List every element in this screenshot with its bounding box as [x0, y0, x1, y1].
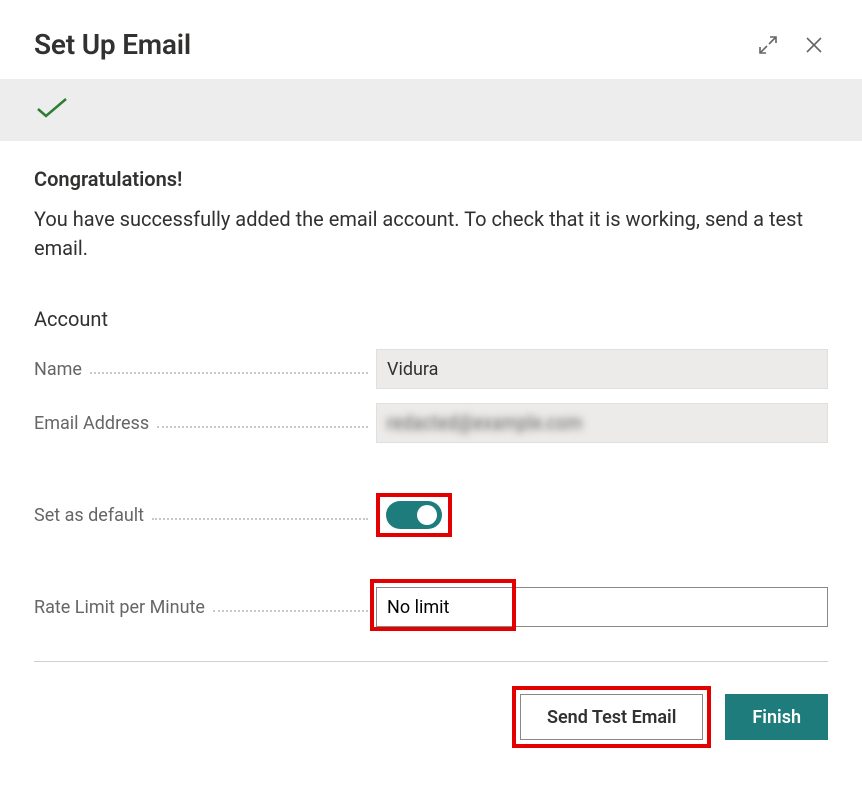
- rate-limit-label-col: Rate Limit per Minute: [34, 597, 376, 618]
- content: Congratulations! You have successfully a…: [0, 141, 862, 627]
- rate-limit-label: Rate Limit per Minute: [34, 597, 205, 618]
- email-label-col: Email Address: [34, 413, 376, 434]
- name-label: Name: [34, 359, 82, 380]
- title-actions: [754, 31, 828, 59]
- congrats-body: You have successfully added the email ac…: [34, 205, 804, 263]
- dots: [90, 372, 368, 374]
- dialog-title: Set Up Email: [34, 28, 191, 61]
- dots: [152, 518, 368, 520]
- row-default: Set as default: [34, 493, 828, 537]
- finish-button[interactable]: Finish: [725, 694, 828, 740]
- dots: [157, 426, 368, 428]
- default-toggle[interactable]: [386, 501, 442, 529]
- congrats-heading: Congratulations!: [34, 167, 828, 191]
- name-value-col: Vidura: [376, 349, 828, 389]
- default-label: Set as default: [34, 505, 144, 526]
- email-label: Email Address: [34, 413, 149, 434]
- rate-limit-value-col: [376, 587, 828, 627]
- toggle-knob: [417, 505, 437, 525]
- name-label-col: Name: [34, 359, 376, 380]
- send-test-email-button[interactable]: Send Test Email: [520, 694, 703, 740]
- account-heading: Account: [34, 307, 828, 331]
- check-icon: [34, 96, 70, 124]
- close-icon[interactable]: [800, 31, 828, 59]
- dots: [213, 610, 368, 612]
- row-rate-limit: Rate Limit per Minute: [34, 587, 828, 627]
- email-value-col: redacted@example.com: [376, 403, 828, 443]
- expand-icon[interactable]: [754, 31, 782, 59]
- highlight-default: [376, 493, 452, 537]
- email-field: redacted@example.com: [376, 403, 828, 443]
- row-name: Name Vidura: [34, 349, 828, 389]
- titlebar: Set Up Email: [0, 0, 862, 79]
- row-email: Email Address redacted@example.com: [34, 403, 828, 443]
- status-bar: [0, 79, 862, 141]
- default-label-col: Set as default: [34, 505, 376, 526]
- highlight-send-test: Send Test Email: [512, 686, 711, 748]
- footer: Send Test Email Finish: [34, 661, 828, 748]
- name-field: Vidura: [376, 349, 828, 389]
- rate-limit-input[interactable]: [376, 587, 828, 627]
- default-value-col: [376, 493, 828, 537]
